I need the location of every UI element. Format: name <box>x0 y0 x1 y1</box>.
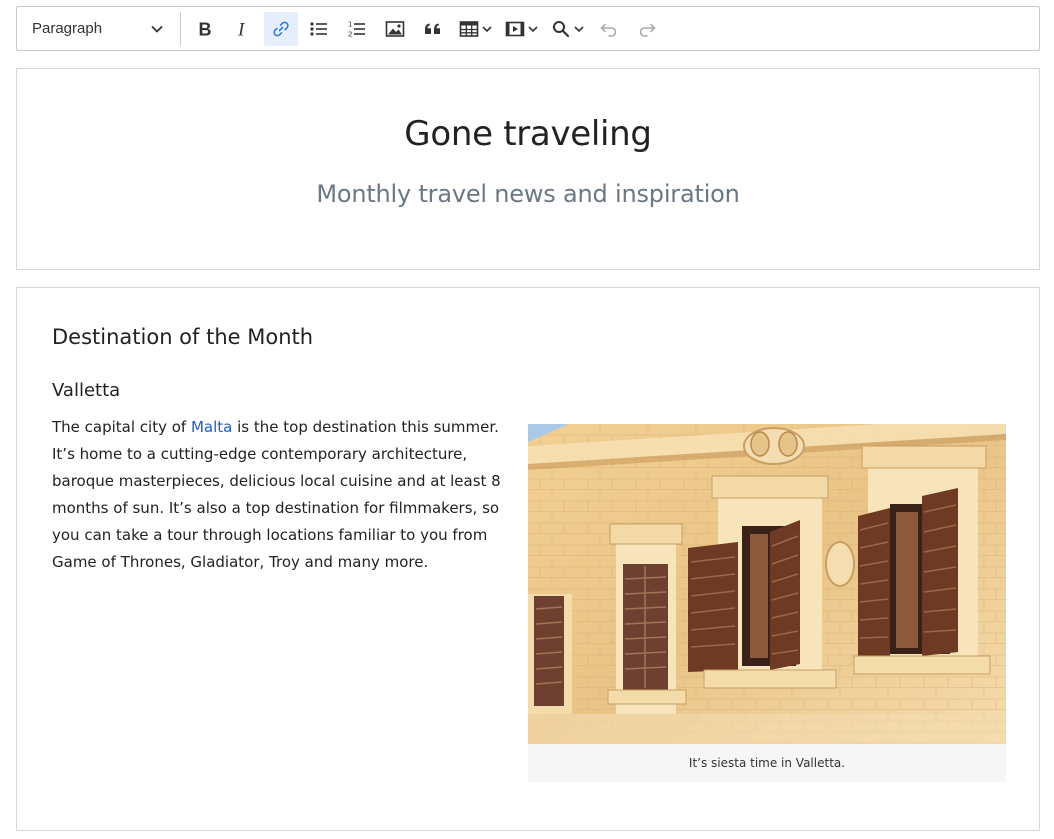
heading-dropdown[interactable]: Paragraph <box>17 7 177 50</box>
heading-dropdown-value: Paragraph <box>32 20 103 37</box>
find-replace-icon <box>552 20 569 37</box>
block-quote-button[interactable] <box>416 12 450 46</box>
numbered-list-icon: 1 2 <box>348 20 365 38</box>
city-heading[interactable]: Valletta <box>52 380 120 401</box>
article-paragraph[interactable]: The capital city of Malta is the top des… <box>52 414 502 576</box>
editor-toolbar: Paragraph B I 1 2 <box>16 6 1040 51</box>
chevron-down-icon <box>481 25 492 32</box>
paragraph-text-start: The capital city of <box>52 418 191 436</box>
svg-text:I: I <box>237 19 246 39</box>
link-button[interactable] <box>264 11 298 46</box>
paragraph-text-end: is the top destination this summer. It’s… <box>52 418 501 571</box>
media-icon <box>505 21 524 36</box>
image-figure[interactable]: It’s siesta time in Valletta. <box>528 424 1006 782</box>
bulleted-list-icon <box>310 21 327 36</box>
insert-table-button[interactable] <box>454 12 496 46</box>
find-replace-button[interactable] <box>546 12 588 46</box>
undo-icon <box>600 23 617 37</box>
valletta-facade-image[interactable] <box>528 424 1006 744</box>
redo-button[interactable] <box>630 12 664 46</box>
redo-icon <box>639 23 656 37</box>
bold-button[interactable]: B <box>188 12 222 46</box>
svg-text:2: 2 <box>348 30 352 38</box>
svg-text:1: 1 <box>348 20 352 28</box>
image-caption[interactable]: It’s siesta time in Valletta. <box>528 744 1006 782</box>
chevron-down-icon <box>527 25 538 32</box>
bulleted-list-button[interactable] <box>302 12 336 46</box>
table-icon <box>459 20 478 37</box>
page-title[interactable]: Gone traveling <box>17 114 1039 154</box>
chevron-down-icon <box>151 25 163 33</box>
undo-button[interactable] <box>592 12 626 46</box>
quote-icon <box>425 23 440 34</box>
header-editable-region[interactable]: Gone traveling Monthly travel news and i… <box>16 68 1040 270</box>
toolbar-separator <box>180 11 181 46</box>
link-icon <box>273 21 289 36</box>
insert-media-button[interactable] <box>500 12 542 46</box>
article-editable-region[interactable]: Destination of the Month Valletta The ca… <box>16 287 1040 831</box>
insert-image-button[interactable] <box>378 12 412 46</box>
section-heading[interactable]: Destination of the Month <box>52 325 313 349</box>
numbered-list-button[interactable]: 1 2 <box>340 12 374 46</box>
image-icon <box>385 20 405 37</box>
chevron-down-icon <box>573 25 584 32</box>
bold-icon: B <box>199 19 212 39</box>
italic-icon: I <box>237 19 246 39</box>
svg-text:B: B <box>199 19 212 39</box>
malta-link[interactable]: Malta <box>191 418 232 436</box>
page-subtitle[interactable]: Monthly travel news and inspiration <box>17 180 1039 208</box>
italic-button[interactable]: I <box>226 12 260 46</box>
